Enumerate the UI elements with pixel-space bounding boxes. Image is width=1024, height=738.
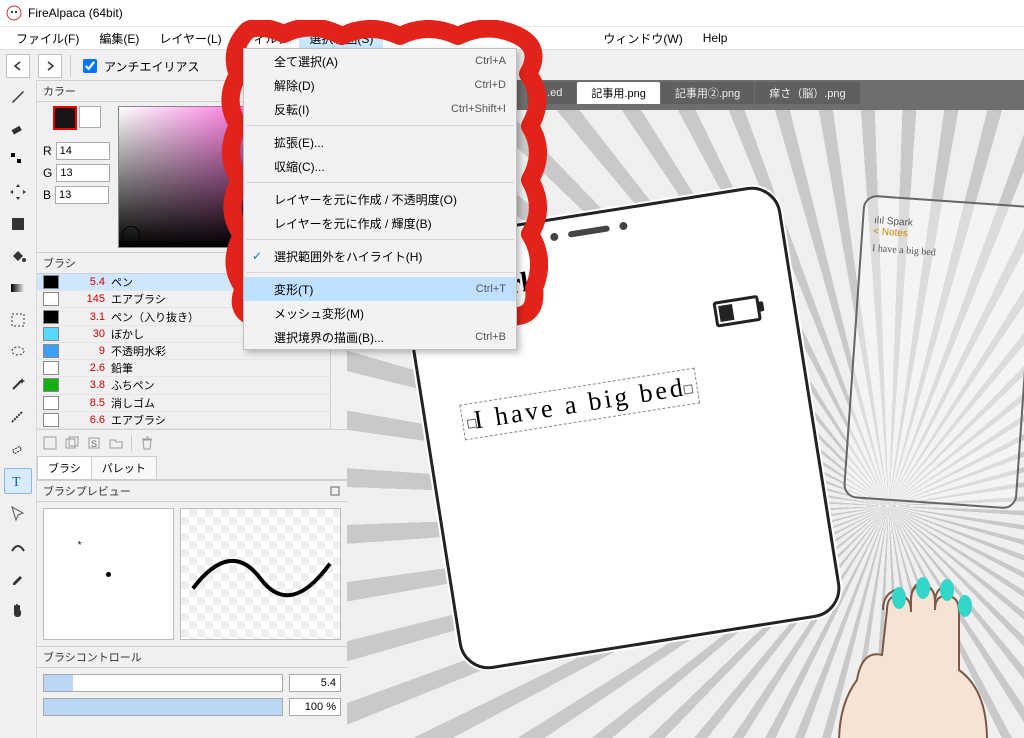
brush-row[interactable]: 3.8ふちペン [37, 377, 330, 394]
brush-palette-tabs: ブラシ パレット [37, 456, 347, 480]
menu-separator [246, 182, 514, 183]
brush-controls: 5.4 100 % [37, 668, 347, 728]
title-bar: FireAlpaca (64bit) [0, 0, 1024, 27]
menu-item[interactable]: 拡張(E)... [244, 130, 516, 154]
brush-tool[interactable] [5, 84, 31, 108]
undo-button[interactable] [6, 54, 30, 78]
menu-item[interactable]: レイヤーを元に作成 / 不透明度(O) [244, 187, 516, 211]
menu-item[interactable]: 解除(D)Ctrl+D [244, 73, 516, 97]
tab-palette[interactable]: パレット [91, 456, 157, 479]
menu-item[interactable]: 全て選択(A)Ctrl+A [244, 49, 516, 73]
divide-tool[interactable] [5, 534, 31, 558]
eraser-tool[interactable] [5, 116, 31, 140]
doc-tab[interactable]: 記事用.png [577, 82, 659, 104]
doc-tab[interactable]: ...ed [527, 82, 576, 104]
delete-brush-icon[interactable] [140, 436, 154, 450]
menu-1[interactable]: 編集(E) [89, 28, 149, 49]
fill-tool[interactable] [5, 212, 31, 236]
menu-item[interactable]: 選択境界の描画(B)...Ctrl+B [244, 325, 516, 349]
operation-tool[interactable] [5, 502, 31, 526]
move-tool[interactable] [5, 180, 31, 204]
eyedropper-tool[interactable] [5, 566, 31, 590]
brush-tip-preview: * [43, 508, 174, 640]
select-rect-tool[interactable] [5, 308, 31, 332]
antialias-checkbox[interactable]: アンチエイリアス [79, 56, 200, 76]
menu-item[interactable]: メッシュ変形(M) [244, 301, 516, 325]
antialias-label: アンチエイリアス [104, 58, 200, 75]
g-label: G [43, 166, 52, 180]
preview-title: ブラシプレビュー [37, 480, 347, 502]
text-tool[interactable]: T [4, 468, 32, 494]
background-swatch[interactable] [79, 106, 101, 128]
duplicate-brush-icon[interactable] [65, 436, 79, 450]
menu-bar: ファイル(F)編集(E)レイヤー(L)フィルタ選択範囲(S) ウィンドウ(W)He… [0, 27, 1024, 50]
opacity-slider[interactable] [43, 698, 283, 716]
tab-brush[interactable]: ブラシ [37, 456, 92, 479]
menu-6[interactable]: ウィンドウ(W) [593, 28, 692, 49]
brush-row[interactable]: 2.6鉛筆 [37, 360, 330, 377]
size-slider[interactable] [43, 674, 283, 692]
hand-illustration [787, 540, 1007, 738]
menu-separator [246, 239, 514, 240]
r-label: R [43, 144, 52, 158]
select-pen-tool[interactable] [5, 404, 31, 428]
menu-2[interactable]: レイヤー(L) [149, 28, 231, 49]
magic-wand-tool[interactable] [5, 372, 31, 396]
menu-item[interactable]: 収縮(C)... [244, 154, 516, 178]
doc-tab[interactable]: 記事用②.png [661, 82, 754, 104]
tool-strip: T [0, 80, 37, 738]
app-title: FireAlpaca (64bit) [28, 6, 123, 20]
brush-actions: S [37, 429, 347, 456]
menu-4[interactable]: 選択範囲(S) [299, 28, 383, 49]
bucket-tool[interactable] [5, 244, 31, 268]
menu-item[interactable]: ✓選択範囲外をハイライト(H) [244, 244, 516, 268]
dot-tool[interactable] [5, 148, 31, 172]
lasso-tool[interactable] [5, 340, 31, 364]
opacity-value[interactable]: 100 % [289, 698, 341, 716]
menu-7[interactable]: Help [693, 29, 738, 47]
brush-row[interactable]: 8.5消しゴム [37, 395, 330, 412]
menu-item[interactable]: 反転(I)Ctrl+Shift+I [244, 97, 516, 121]
select-eraser-tool[interactable] [5, 436, 31, 460]
g-input[interactable] [56, 164, 110, 182]
foreground-swatch[interactable] [53, 106, 77, 130]
menu-item[interactable]: レイヤーを元に作成 / 輝度(B) [244, 211, 516, 235]
folder-icon[interactable] [109, 436, 123, 450]
svg-text:S: S [91, 439, 97, 449]
battery-icon [712, 295, 762, 328]
menu-3[interactable]: フィルタ [232, 28, 300, 49]
b-input[interactable] [55, 186, 109, 204]
svg-text:T: T [12, 475, 21, 490]
redo-button[interactable] [38, 54, 62, 78]
r-input[interactable] [56, 142, 110, 160]
app-icon [6, 5, 22, 21]
text-object-selected[interactable]: I have a big bed [459, 368, 700, 441]
doc-tab[interactable]: 痒さ（脳）.png [755, 82, 859, 104]
control-title: ブラシコントロール [37, 646, 347, 668]
hand-tool[interactable] [5, 598, 31, 622]
menu-separator [246, 272, 514, 273]
menu-separator [246, 125, 514, 126]
phone-reflection: ılıl Spark < Notes I have a big bed [843, 194, 1024, 509]
b-label: B [43, 188, 51, 202]
menu-item[interactable]: 変形(T)Ctrl+T [244, 277, 516, 301]
undock-icon[interactable] [329, 485, 341, 497]
size-value[interactable]: 5.4 [289, 674, 341, 692]
menu-5 [383, 36, 593, 40]
selection-menu-dropdown: 全て選択(A)Ctrl+A解除(D)Ctrl+D反転(I)Ctrl+Shift+… [243, 48, 517, 350]
brush-row[interactable]: 6.6エアブラシ [37, 412, 330, 429]
brush-stroke-preview [180, 508, 341, 640]
add-brush-icon[interactable] [43, 436, 57, 450]
brush-preview: * [37, 502, 347, 646]
gradient-tool[interactable] [5, 276, 31, 300]
menu-0[interactable]: ファイル(F) [6, 28, 89, 49]
script-brush-icon[interactable]: S [87, 436, 101, 450]
